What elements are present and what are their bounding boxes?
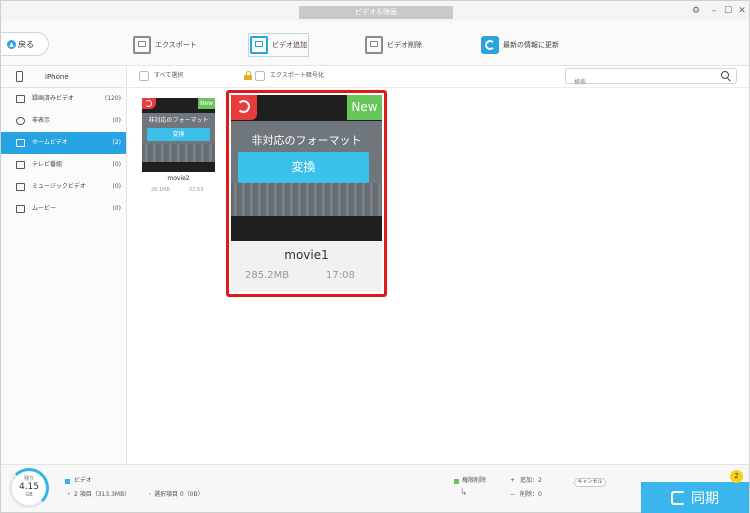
export-label: エクスポート	[155, 41, 197, 49]
app-window: ビデオ＆映画 ⚙ – ☐ ✕ ▲ 戻る エクスポート ビデオ追加 ビデオ削除 最…	[0, 0, 750, 513]
footer: 残り 4.15 GB ビデオ • 2 項目（313.3MB） • 選択項目 0（…	[1, 464, 749, 513]
tv-icon	[16, 161, 25, 169]
delete-count: 削除：0	[520, 491, 542, 498]
sidebar-item-hidden[interactable]: 非表示 (0)	[1, 110, 126, 132]
sidebar-item-count: (2)	[112, 139, 122, 146]
title-bar: ビデオ＆映画 ⚙ – ☐ ✕	[1, 1, 749, 21]
sidebar-item-label: 録画済みビデオ	[32, 95, 75, 102]
permission-delete-label: 権限削除	[462, 477, 487, 484]
close-icon[interactable]: ✕	[735, 5, 749, 17]
home-video-icon	[16, 139, 25, 147]
delete-video-button[interactable]: ビデオ削除	[365, 35, 422, 55]
video-camera-icon	[16, 95, 25, 103]
convert-button[interactable]: 変換	[147, 128, 210, 141]
sidebar-item-label: 非表示	[32, 117, 51, 124]
sidebar-item-label: ムービー	[32, 205, 57, 212]
select-all-checkbox[interactable]	[139, 71, 149, 81]
back-label: 戻る	[18, 39, 34, 49]
hidden-eye-icon	[16, 117, 25, 125]
back-button[interactable]: ▲ 戻る	[1, 32, 49, 56]
cancel-button[interactable]: キャンセル	[574, 478, 606, 487]
plus-icon: +	[510, 477, 516, 484]
minimize-icon[interactable]: –	[707, 5, 721, 17]
video-card-movie2[interactable]: 非対応のフォーマット 変換 New movie2 26.1MB 02:53	[142, 98, 215, 196]
sidebar-item-label: テレビ番組	[32, 161, 63, 168]
delete-video-icon	[365, 36, 383, 54]
maximize-icon[interactable]: ☐	[721, 5, 735, 17]
selected-summary: 選択項目 0（0B）	[154, 491, 204, 498]
refresh-button[interactable]: 最新の情報に更新	[481, 35, 559, 55]
items-summary: 2 項目（313.3MB）	[74, 491, 131, 498]
toolbar: ▲ 戻る エクスポート ビデオ追加 ビデオ削除 最新の情報に更新	[1, 21, 749, 66]
sidebar: iPhone 録画済みビデオ (120) 非表示 (0) ホームビデオ (2) …	[1, 66, 127, 464]
sidebar-item-movies[interactable]: ムービー (0)	[1, 198, 126, 220]
add-count: 追加：2	[520, 477, 542, 484]
permission-delete-icon	[454, 479, 459, 484]
return-arrow-icon: ↳	[460, 488, 468, 498]
music-video-icon	[16, 183, 25, 191]
film-icon	[16, 205, 25, 213]
export-encrypt-label: エクスポート暗号化	[270, 72, 324, 79]
sidebar-item-count: (0)	[112, 183, 122, 190]
content-header: すべて選択 エクスポート暗号化	[128, 66, 749, 90]
sync-label: 同期	[691, 490, 719, 507]
sync-button[interactable]: 同期	[641, 482, 749, 513]
storage-indicator: 残り 4.15 GB	[9, 468, 49, 508]
add-video-label: ビデオ追加	[272, 41, 307, 49]
video-legend-icon	[65, 479, 70, 484]
export-encrypt-checkbox[interactable]	[255, 71, 265, 81]
settings-gear-icon[interactable]: ⚙	[689, 5, 703, 17]
phone-icon	[16, 71, 23, 82]
device-name: iPhone	[45, 73, 69, 81]
video-card-movie1[interactable]: 非対応のフォーマット 変換 New movie1 285.2MB 17:08	[231, 95, 382, 292]
video-thumbnail: 非対応のフォーマット 変換 New	[142, 98, 215, 172]
sidebar-item-tv-shows[interactable]: テレビ番組 (0)	[1, 154, 126, 176]
refresh-label: 最新の情報に更新	[503, 41, 559, 49]
storage-label: 残り	[23, 476, 34, 482]
unsupported-format-text: 非対応のフォーマット	[251, 134, 362, 147]
undo-icon[interactable]	[231, 95, 257, 120]
video-duration: 02:53	[189, 187, 204, 193]
delete-video-label: ビデオ削除	[387, 41, 422, 49]
minus-icon: −	[510, 491, 516, 498]
sidebar-item-count: (120)	[104, 95, 121, 102]
device-header[interactable]: iPhone	[1, 66, 126, 88]
add-video-icon	[250, 36, 268, 54]
lock-icon	[244, 71, 252, 80]
new-badge: New	[198, 98, 215, 109]
export-button[interactable]: エクスポート	[133, 35, 197, 55]
home-icon: ▲	[7, 39, 16, 49]
convert-button[interactable]: 変換	[238, 152, 369, 183]
category-label: ビデオ	[74, 477, 93, 484]
window-title: ビデオ＆映画	[299, 6, 453, 19]
video-duration: 17:08	[326, 270, 355, 281]
video-size: 285.2MB	[245, 270, 290, 281]
sync-count-badge: 2	[730, 470, 743, 483]
sidebar-item-music-videos[interactable]: ミュージックビデオ (0)	[1, 176, 126, 198]
undo-icon[interactable]	[142, 98, 156, 109]
add-video-button[interactable]: ビデオ追加	[248, 33, 309, 57]
sidebar-item-count: (0)	[112, 205, 122, 212]
video-thumbnail: 非対応のフォーマット 変換 New	[231, 95, 382, 241]
sidebar-item-recorded-videos[interactable]: 録画済みビデオ (120)	[1, 88, 126, 110]
export-icon	[133, 36, 151, 54]
sidebar-item-label: ミュージックビデオ	[32, 183, 86, 190]
sidebar-item-count: (0)	[112, 117, 122, 124]
unsupported-format-text: 非対応のフォーマット	[148, 117, 209, 124]
search-input[interactable]	[566, 75, 716, 90]
search-icon[interactable]	[721, 71, 732, 82]
storage-unit: GB	[25, 492, 33, 498]
refresh-icon	[481, 36, 499, 54]
storage-value: 4.15	[18, 482, 40, 492]
video-size: 26.1MB	[151, 187, 170, 193]
video-name: movie1	[284, 248, 329, 262]
search-box	[565, 68, 737, 90]
sidebar-item-home-videos[interactable]: ホームビデオ (2)	[1, 132, 126, 154]
video-name: movie2	[167, 175, 190, 182]
sync-icon	[671, 490, 685, 505]
sidebar-item-label: ホームビデオ	[32, 139, 68, 146]
select-all-label: すべて選択	[154, 72, 184, 79]
sidebar-item-count: (0)	[112, 161, 122, 168]
new-badge: New	[347, 95, 382, 120]
